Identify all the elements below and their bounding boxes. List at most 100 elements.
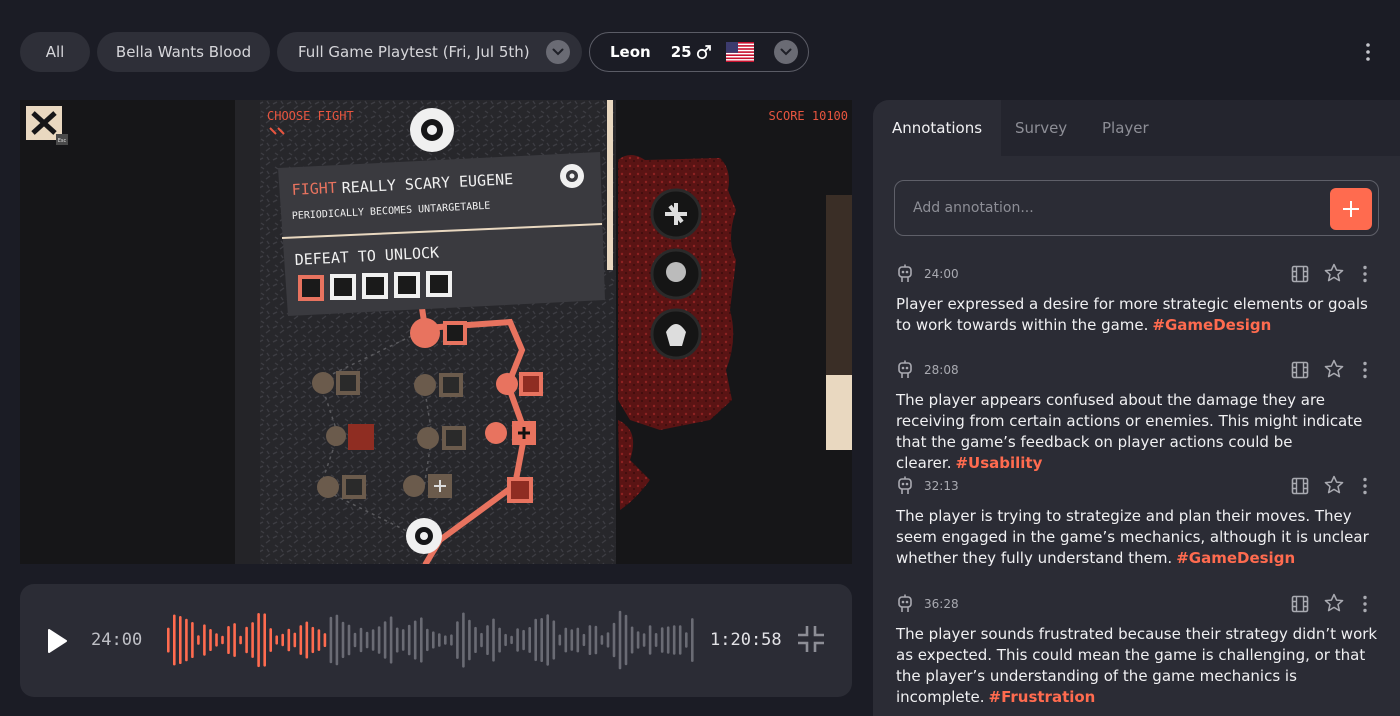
male-icon xyxy=(696,44,712,60)
annotation-timestamp: 36:28 xyxy=(924,597,959,611)
filter-all-chip[interactable]: All xyxy=(20,32,90,72)
annotation-text: Player expressed a desire for more strat… xyxy=(896,295,1368,334)
map-node[interactable] xyxy=(507,477,533,503)
waveform-bar xyxy=(522,629,525,651)
waveform-bar xyxy=(474,626,477,653)
waveform-bar xyxy=(691,618,694,662)
annotation-item[interactable]: 28:08 The player appears confused about … xyxy=(896,358,1380,474)
waveform-bar xyxy=(269,628,272,652)
waveform-bar xyxy=(227,626,230,654)
waveform-bar xyxy=(468,619,471,661)
us-flag-icon xyxy=(725,42,754,62)
film-icon[interactable] xyxy=(1291,265,1309,283)
waveform-bar xyxy=(612,622,616,658)
waveform-bar xyxy=(281,633,284,647)
annotation-input[interactable] xyxy=(913,181,1313,235)
waveform-bar xyxy=(642,633,646,647)
filter-game-chip[interactable]: Bella Wants Blood xyxy=(97,32,270,72)
close-icon[interactable]: Esc xyxy=(26,106,68,145)
enemy-icon xyxy=(650,248,702,300)
player-name: Leon xyxy=(610,43,651,61)
waveform-bar xyxy=(239,635,242,645)
plus-icon xyxy=(1343,201,1359,217)
waveform-bar xyxy=(287,628,291,652)
eye-emblem-icon xyxy=(410,108,454,152)
waveform-bar xyxy=(173,614,176,666)
waveform-bar xyxy=(389,616,393,664)
annotation-item[interactable]: 32:13 The player is trying to strategize… xyxy=(896,474,1380,569)
star-icon[interactable] xyxy=(1324,475,1344,495)
filter-all-label: All xyxy=(45,43,65,61)
play-icon[interactable] xyxy=(46,628,68,654)
unlock-reward-icon xyxy=(426,271,452,297)
annotation-text: The player is trying to strategize and p… xyxy=(896,507,1369,567)
more-options-icon[interactable] xyxy=(1362,477,1368,495)
session-dropdown[interactable]: Full Game Playtest (Fri, Jul 5th) xyxy=(277,32,582,72)
more-options-icon[interactable] xyxy=(1362,265,1368,283)
waveform-bar xyxy=(365,631,369,649)
waveform-bar xyxy=(654,633,658,647)
map-node[interactable] xyxy=(496,372,543,396)
chevron-down-icon[interactable] xyxy=(774,40,798,64)
eye-emblem-icon xyxy=(560,164,584,188)
annotation-input-box xyxy=(894,180,1379,236)
chevron-down-icon[interactable] xyxy=(546,40,570,64)
annotation-item[interactable]: 36:28 The player sounds frustrated becau… xyxy=(896,592,1380,708)
waveform-bar xyxy=(564,627,568,653)
more-options-icon[interactable] xyxy=(1362,595,1368,613)
waveform-bar xyxy=(401,629,405,651)
more-options-icon[interactable] xyxy=(1358,40,1378,64)
star-icon[interactable] xyxy=(1324,593,1344,613)
waveform-bar xyxy=(558,634,562,646)
annotation-timestamp: 24:00 xyxy=(924,267,959,281)
waveform-bar xyxy=(546,614,549,666)
add-annotation-button[interactable] xyxy=(1330,188,1372,230)
waveform-bar xyxy=(305,621,309,659)
waveform-bar xyxy=(510,635,513,645)
player-dropdown[interactable]: Leon 25 xyxy=(589,32,809,72)
waveform-bar xyxy=(275,635,278,645)
more-options-icon[interactable] xyxy=(1362,361,1368,379)
film-icon[interactable] xyxy=(1291,361,1309,379)
annotation-text: The player appears confused about the da… xyxy=(896,391,1363,472)
player-age: 25 xyxy=(670,43,692,61)
star-icon[interactable] xyxy=(1324,263,1344,283)
waveform-bar xyxy=(209,629,212,651)
audio-waveform[interactable] xyxy=(166,608,696,672)
waveform-bar xyxy=(293,632,297,648)
waveform-bar xyxy=(179,616,182,664)
waveform-bar xyxy=(263,613,266,667)
waveform-bar xyxy=(504,633,507,647)
annotation-timestamp: 32:13 xyxy=(924,479,959,493)
annotation-item[interactable]: 24:00 Player expressed a desire for more… xyxy=(896,262,1380,336)
waveform-bar xyxy=(413,620,417,660)
waveform-bar xyxy=(420,617,423,663)
film-icon[interactable] xyxy=(1291,477,1309,495)
tab-player[interactable]: Player xyxy=(1102,100,1149,156)
waveform-bar xyxy=(540,618,543,662)
star-icon[interactable] xyxy=(1324,359,1344,379)
map-node xyxy=(312,371,360,395)
waveform-bar xyxy=(407,624,411,656)
waveform-bar xyxy=(203,624,206,656)
waveform-bar xyxy=(462,612,465,668)
tab-annotations[interactable]: Annotations xyxy=(873,100,1001,156)
waveform-bar xyxy=(678,625,682,655)
unlock-reward-icon xyxy=(362,273,388,299)
annotation-tag[interactable]: #GameDesign xyxy=(1152,316,1271,334)
waveform-bar xyxy=(606,632,610,648)
annotation-tag[interactable]: #Frustration xyxy=(989,688,1096,706)
game-video-frame[interactable]: Esc CHOOSE FIGHT SCORE 10100 FIGHT REALL… xyxy=(20,100,852,564)
waveform-bar xyxy=(221,635,224,645)
tab-survey[interactable]: Survey xyxy=(1015,100,1067,156)
waveform-bar xyxy=(582,633,586,647)
annotation-tag[interactable]: #Usability xyxy=(955,454,1042,472)
waveform-bar xyxy=(624,614,628,666)
collapse-icon[interactable] xyxy=(796,624,826,654)
waveform-bar xyxy=(323,633,327,647)
waveform-bar xyxy=(486,625,489,655)
robot-icon xyxy=(898,594,912,612)
robot-icon xyxy=(898,476,912,494)
annotation-tag[interactable]: #GameDesign xyxy=(1176,549,1295,567)
film-icon[interactable] xyxy=(1291,595,1309,613)
